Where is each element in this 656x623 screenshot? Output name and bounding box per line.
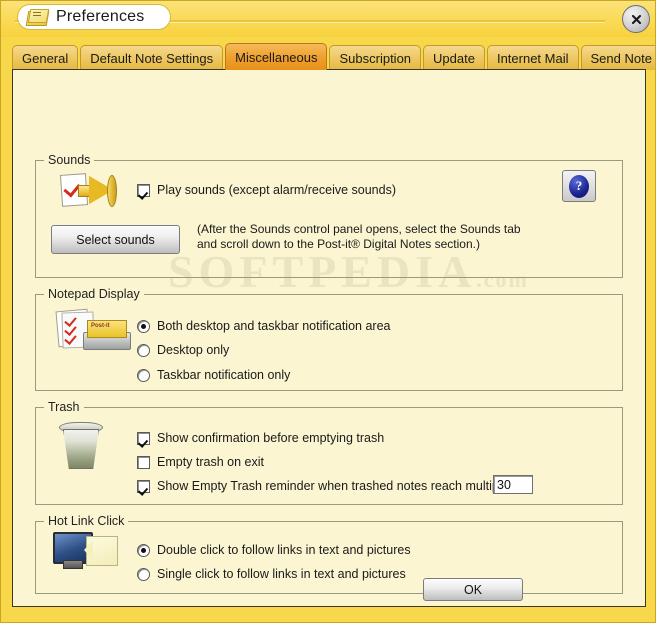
empty-trash-reminder-checkbox[interactable] bbox=[137, 479, 150, 493]
empty-trash-on-exit-label: Empty trash on exit bbox=[157, 455, 264, 469]
preferences-window: Preferences General Default Note Setting… bbox=[0, 0, 656, 623]
sounds-hint-line-2: and scroll down to the Post-it® Digital … bbox=[197, 237, 480, 251]
display-both-label: Both desktop and taskbar notification ar… bbox=[157, 319, 391, 333]
ok-button[interactable]: OK bbox=[423, 578, 523, 601]
question-mark-icon: ? bbox=[569, 174, 589, 198]
play-sounds-checkbox[interactable] bbox=[137, 183, 150, 197]
tab-subscription[interactable]: Subscription bbox=[329, 45, 422, 70]
double-click-radio-row[interactable]: Double click to follow links in text and… bbox=[137, 543, 411, 557]
sounds-hint-line-1: (After the Sounds control panel opens, s… bbox=[197, 222, 521, 236]
empty-trash-on-exit-checkbox-row[interactable]: Empty trash on exit bbox=[137, 455, 264, 469]
close-icon[interactable] bbox=[622, 5, 650, 33]
monitor-note-icon bbox=[53, 532, 123, 572]
display-both-radio[interactable] bbox=[137, 319, 150, 333]
sounds-group-legend: Sounds bbox=[44, 153, 95, 167]
show-confirmation-label: Show confirmation before emptying trash bbox=[157, 431, 385, 445]
tab-miscellaneous[interactable]: Miscellaneous bbox=[225, 43, 328, 70]
notepad-display-group-legend: Notepad Display bbox=[44, 287, 144, 301]
tab-internet-mail[interactable]: Internet Mail bbox=[486, 45, 579, 70]
display-both-radio-row[interactable]: Both desktop and taskbar notification ar… bbox=[137, 319, 390, 333]
window-title-pill: Preferences bbox=[17, 4, 172, 30]
single-click-label: Single click to follow links in text and… bbox=[157, 567, 406, 581]
trash-group-legend: Trash bbox=[44, 400, 84, 414]
single-click-radio-row[interactable]: Single click to follow links in text and… bbox=[137, 567, 406, 581]
empty-trash-reminder-label: Show Empty Trash reminder when trashed n… bbox=[157, 479, 529, 493]
tab-general[interactable]: General bbox=[12, 45, 79, 70]
trash-bin-icon bbox=[59, 422, 103, 469]
select-sounds-button[interactable]: Select sounds bbox=[51, 225, 180, 254]
hot-link-click-group: Hot Link Click bbox=[35, 514, 623, 594]
notepad-tray-icon: Post-it bbox=[55, 308, 131, 354]
tab-panel-miscellaneous: SOFTPEDIA.com Sounds Play sounds (except… bbox=[12, 69, 646, 607]
double-click-radio[interactable] bbox=[137, 543, 150, 557]
sound-note-speaker-icon bbox=[59, 170, 117, 212]
play-sounds-checkbox-row[interactable]: Play sounds (except alarm/receive sounds… bbox=[137, 183, 396, 197]
display-desktop-only-label: Desktop only bbox=[157, 343, 230, 357]
title-bar: Preferences bbox=[1, 1, 655, 37]
play-sounds-label: Play sounds (except alarm/receive sounds… bbox=[157, 183, 397, 197]
window-title: Preferences bbox=[56, 8, 145, 25]
tab-send-note[interactable]: Send Note bbox=[580, 45, 655, 70]
display-taskbar-only-label: Taskbar notification only bbox=[157, 368, 291, 382]
display-desktop-only-radio-row[interactable]: Desktop only bbox=[137, 343, 229, 357]
tab-update[interactable]: Update bbox=[423, 45, 485, 70]
tab-bar: General Default Note Settings Miscellane… bbox=[12, 43, 655, 70]
sounds-hint-text: (After the Sounds control panel opens, s… bbox=[197, 222, 547, 252]
display-desktop-only-radio[interactable] bbox=[137, 343, 150, 357]
empty-trash-reminder-checkbox-row[interactable]: Show Empty Trash reminder when trashed n… bbox=[137, 479, 529, 493]
show-confirmation-checkbox[interactable] bbox=[137, 431, 150, 445]
sounds-group: Sounds bbox=[35, 153, 623, 278]
trash-multiples-input[interactable]: 30 bbox=[493, 475, 533, 494]
postit-pad-icon bbox=[25, 8, 50, 26]
tab-default-note-settings[interactable]: Default Note Settings bbox=[80, 45, 224, 70]
single-click-radio[interactable] bbox=[137, 567, 150, 581]
display-taskbar-only-radio[interactable] bbox=[137, 368, 150, 382]
hot-link-click-group-legend: Hot Link Click bbox=[44, 514, 129, 528]
show-confirmation-checkbox-row[interactable]: Show confirmation before emptying trash bbox=[137, 431, 384, 445]
help-button[interactable]: ? bbox=[562, 170, 596, 202]
empty-trash-on-exit-checkbox[interactable] bbox=[137, 455, 150, 469]
double-click-label: Double click to follow links in text and… bbox=[157, 543, 411, 557]
display-taskbar-only-radio-row[interactable]: Taskbar notification only bbox=[137, 368, 290, 382]
